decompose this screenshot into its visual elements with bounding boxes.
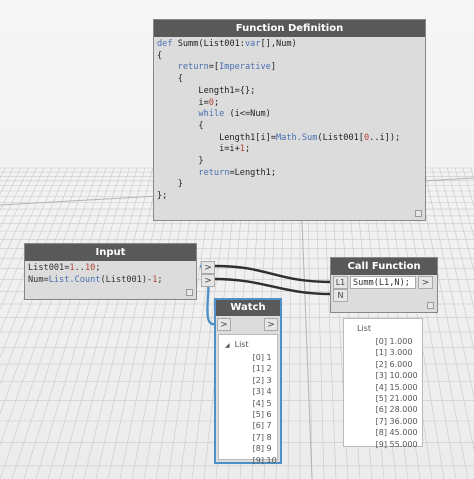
list-value: 10.000 — [387, 371, 418, 381]
list-index: [3] — [375, 371, 387, 381]
list-index: [2] — [252, 375, 264, 385]
call-function-title[interactable]: Call Function — [331, 258, 437, 275]
input-line-list[interactable]: List001=1..10; — [28, 262, 101, 274]
watch-list-panel[interactable]: ◢ List [0] 1 [1] 2 [2] 3 [3] 4 [4] 5 [5] 6 [6] … — [218, 334, 278, 465]
watch-list-item[interactable]: [4] 5 — [245, 398, 272, 409]
watch-node[interactable]: Watch > > ◢ List [0] 1 [1] 2 [2] 3 [3] 4 [4] … — [214, 298, 282, 465]
list-index: [7] — [252, 432, 264, 442]
list-index: [1] — [375, 348, 387, 358]
list-value: 9 — [264, 444, 272, 454]
watch-list-item[interactable]: [6] 7 — [245, 420, 272, 431]
list-value: 4 — [264, 387, 272, 397]
function-definition-code[interactable]: def Summ(List001:var[],Num) { return=[Im… — [157, 39, 422, 203]
list-index: [3] — [252, 387, 264, 397]
list-value: 3 — [264, 375, 272, 385]
list-index: [5] — [252, 410, 264, 419]
watch-input-port[interactable]: > — [217, 318, 231, 331]
list-value: 2 — [264, 364, 272, 374]
preview-list-item[interactable]: [6] 28.000 — [368, 404, 418, 415]
list-value: 8 — [264, 432, 272, 442]
list-index: [2] — [375, 359, 387, 369]
list-value: 1 — [264, 353, 272, 362]
list-value: 5 — [264, 398, 272, 408]
watch-list-item[interactable]: [2] 3 — [245, 375, 272, 386]
watch-list-item[interactable]: [3] 4 — [245, 386, 272, 397]
input-output-port-2[interactable]: > — [201, 274, 215, 287]
list-index: [0] — [252, 353, 264, 362]
list-value: 1.000 — [387, 337, 413, 346]
list-index: [0] — [375, 337, 387, 346]
input-line-num[interactable]: Num=List.Count(List001)-1; — [28, 274, 163, 286]
list-index: [6] — [252, 421, 264, 431]
watch-list-item[interactable]: [7] 8 — [245, 432, 272, 443]
list-value: 55.000 — [387, 439, 418, 449]
preview-list-item[interactable]: [7] 36.000 — [368, 416, 418, 427]
resize-handle[interactable] — [415, 210, 422, 217]
list-index: [6] — [375, 405, 387, 415]
list-index: [9] — [375, 439, 387, 449]
input-node[interactable]: Input List001=1..10; Num=List.Count(List… — [24, 243, 215, 300]
watch-list-header[interactable]: ◢ List — [225, 340, 249, 349]
preview-list-item[interactable]: [4] 15.000 — [368, 382, 418, 393]
resize-handle[interactable] — [186, 289, 193, 296]
watch-list-item[interactable]: [1] 2 — [245, 363, 272, 374]
input-port-l1[interactable]: L1 — [333, 276, 348, 289]
preview-list-item[interactable]: [2] 6.000 — [368, 359, 413, 370]
watch-output-port[interactable]: > — [264, 318, 278, 331]
list-index: [4] — [375, 382, 387, 392]
call-output-port[interactable]: > — [418, 276, 433, 289]
call-function-preview[interactable]: List [0] 1.000 [1] 3.000 [2] 6.000 [3] 10.0… — [343, 318, 423, 450]
input-port-n[interactable]: N — [333, 289, 348, 302]
list-value: 45.000 — [387, 428, 418, 438]
preview-list-item[interactable]: [1] 3.000 — [368, 347, 413, 358]
list-index: [9] — [252, 455, 264, 465]
preview-list-header[interactable]: List — [357, 324, 371, 333]
list-value: 28.000 — [387, 405, 418, 415]
watch-list-item[interactable]: [9] 10 — [245, 455, 277, 466]
list-value: 7 — [264, 421, 272, 431]
list-value: 21.000 — [387, 394, 418, 403]
preview-list-item[interactable]: [5] 21.000 — [368, 393, 418, 404]
list-value: 6 — [264, 410, 272, 419]
preview-list-item[interactable]: [8] 45.000 — [368, 427, 418, 438]
list-value: 10 — [264, 455, 277, 465]
resize-handle[interactable] — [427, 302, 434, 309]
function-definition-title[interactable]: Function Definition — [154, 20, 425, 37]
preview-list-item[interactable]: [9] 55.000 — [368, 439, 418, 450]
input-node-title[interactable]: Input — [25, 244, 196, 261]
list-value: 3.000 — [387, 348, 413, 358]
input-output-port-1[interactable]: > — [201, 261, 215, 274]
list-index: [7] — [375, 416, 387, 426]
watch-list-item[interactable]: [8] 9 — [245, 443, 272, 454]
watch-title[interactable]: Watch — [216, 300, 280, 316]
list-value: 36.000 — [387, 416, 418, 426]
list-value: 15.000 — [387, 382, 418, 392]
preview-list-item[interactable]: [0] 1.000 — [368, 336, 413, 347]
list-index: [1] — [252, 364, 264, 374]
list-index: [8] — [252, 444, 264, 454]
call-expression-field[interactable]: Summ(L1,N); — [350, 276, 416, 289]
list-index: [4] — [252, 398, 264, 408]
list-value: 6.000 — [387, 359, 413, 369]
list-index: [8] — [375, 428, 387, 438]
watch-list-item[interactable]: [0] 1 — [245, 352, 272, 363]
collapse-triangle-icon[interactable]: ◢ — [225, 342, 230, 349]
watch-list-label: List — [234, 340, 249, 349]
call-function-node[interactable]: Call Function L1 N Summ(L1,N); > — [330, 257, 438, 313]
preview-list-label: List — [357, 324, 371, 333]
preview-list-item[interactable]: [3] 10.000 — [368, 370, 418, 381]
watch-list-item[interactable]: [5] 6 — [245, 409, 272, 420]
function-definition-node[interactable]: Function Definition def Summ(List001:var… — [153, 19, 426, 221]
list-index: [5] — [375, 394, 387, 403]
